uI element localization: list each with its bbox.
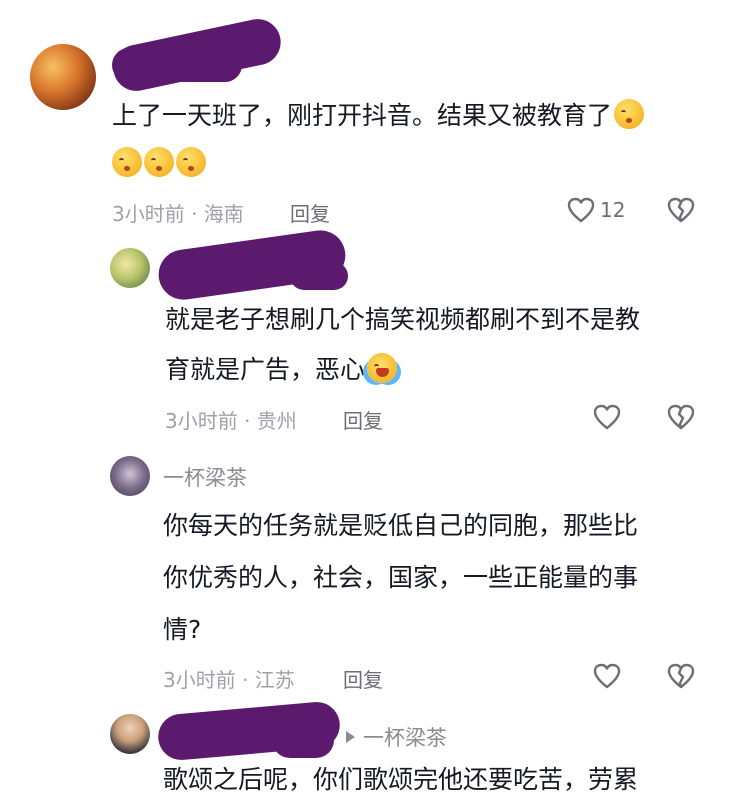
like-count: 12 — [600, 198, 626, 222]
comment-text: 上了一天班了，刚打开抖音。结果又被教育了 — [112, 92, 645, 140]
broken-heart-outline-icon[interactable] — [666, 402, 696, 432]
avatar[interactable] — [110, 248, 150, 288]
comment-meta: 3小时前 · 贵州 — [165, 409, 297, 433]
redacted-username — [272, 722, 334, 758]
reply-button[interactable]: 回复 — [343, 405, 383, 434]
avatar[interactable] — [110, 456, 150, 496]
heart-outline-icon[interactable] — [566, 195, 596, 225]
reply-button[interactable]: 回复 — [290, 198, 330, 227]
heart-outline-icon[interactable] — [592, 661, 622, 691]
emoji-icon — [614, 99, 645, 129]
comment-text: 你每天的任务就是贬低自己的同胞，那些比 — [163, 511, 639, 540]
avatar[interactable] — [30, 44, 96, 110]
broken-heart-outline-icon[interactable] — [666, 195, 696, 225]
crying-emoji-icon — [367, 353, 398, 383]
heart-outline-icon[interactable] — [592, 402, 622, 432]
username[interactable]: 一杯梁茶 — [163, 462, 247, 492]
reply-button[interactable]: 回复 — [343, 664, 383, 693]
comment-text: 育就是广告，恶心 — [165, 346, 398, 394]
redacted-username — [290, 262, 348, 290]
emoji-icon — [144, 147, 174, 177]
comment-meta: 3小时前 · 海南 — [112, 202, 244, 226]
avatar[interactable] — [110, 714, 150, 754]
broken-heart-outline-icon[interactable] — [666, 661, 696, 691]
comment-text: 情? — [163, 615, 202, 644]
redacted-username — [112, 48, 242, 82]
emoji-icon — [112, 147, 142, 177]
comment-text: 歌颂之后呢，你们歌颂完他还要吃苦，劳累 — [163, 765, 639, 794]
comment-text: 你优秀的人，社会，国家，一些正能量的事 — [163, 563, 639, 592]
reply-arrow-icon — [346, 731, 355, 743]
reply-target[interactable]: 一杯梁茶 — [342, 722, 447, 752]
comment-text: 就是老子想刷几个搞笑视频都刷不到不是教 — [165, 305, 641, 334]
comment-meta: 3小时前 · 江苏 — [163, 668, 295, 692]
emoji-row — [110, 140, 206, 188]
emoji-icon — [176, 147, 206, 177]
